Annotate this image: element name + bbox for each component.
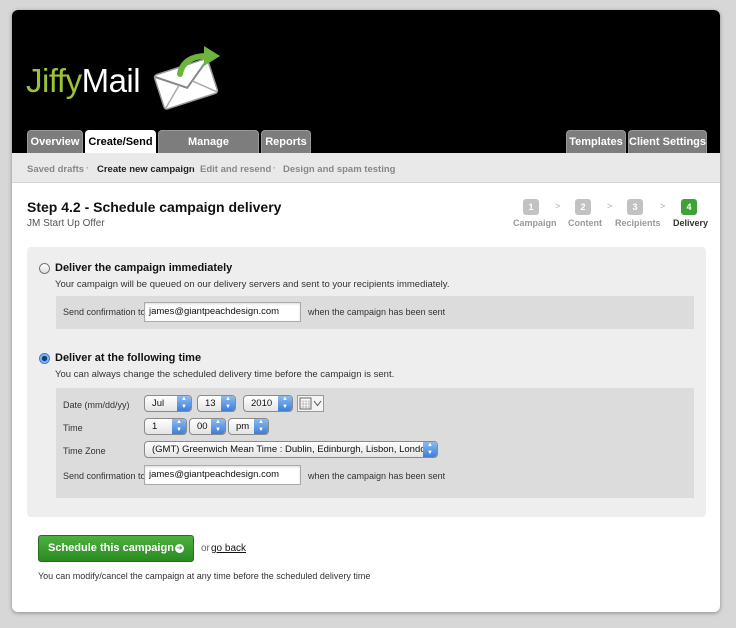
deliver-immediately-radio[interactable] [39, 263, 50, 274]
wizard-step-label: Delivery [673, 218, 709, 228]
date-label: Date (mm/dd/yy) [63, 400, 130, 410]
tab-templates[interactable]: Templates [566, 130, 626, 153]
wizard-step-label: Campaign [513, 218, 557, 228]
minute-value: 00 [197, 421, 208, 432]
logo-jiffy: Jiffy [26, 62, 82, 99]
deliver-immediately-title: Deliver the campaign immediately [55, 262, 233, 274]
up-down-chevron-icon: ▲ ▼ [172, 419, 186, 434]
ampm-select[interactable]: pm ▲ ▼ [228, 418, 269, 435]
timezone-value: (GMT) Greenwich Mean Time : Dublin, Edin… [152, 444, 431, 455]
day-value: 13 [205, 398, 216, 409]
header: JiffyMail Overview Create/Send Manage Su… [12, 10, 720, 171]
subnav-create-new-campaign[interactable]: Create new campaign [97, 164, 195, 175]
scheduled-confirm-email-field[interactable]: james@giantpeachdesign.com [144, 465, 301, 485]
wizard-steps: 1 Campaign > 2 Content > 3 Recipients > … [12, 199, 720, 239]
month-value: Jul [152, 398, 165, 409]
logo-wordmark: JiffyMail [26, 62, 141, 100]
arrow-right-icon: ➔ [175, 544, 184, 553]
subnav-separator: · [273, 163, 277, 174]
confirm-label: Send confirmation to [63, 471, 146, 481]
deliver-scheduled-title: Deliver at the following time [55, 352, 202, 364]
wizard-step-number: 3 [627, 199, 643, 215]
delivery-options-panel: Deliver the campaign immediately Your ca… [27, 247, 706, 517]
timezone-select[interactable]: (GMT) Greenwich Mean Time : Dublin, Edin… [144, 441, 438, 458]
subnav-separator: · [86, 163, 90, 174]
logo-mail: Mail [81, 62, 141, 99]
immediate-confirm-email-field[interactable]: james@giantpeachdesign.com [144, 302, 301, 322]
up-down-chevron-icon: ▲ ▼ [254, 419, 268, 434]
envelope-with-arrow-icon [153, 46, 220, 110]
wizard-step-label: Content [568, 218, 602, 228]
calendar-button[interactable] [297, 395, 324, 412]
tab-manage-subscribers[interactable]: Manage Subscribers [158, 130, 259, 171]
timezone-label: Time Zone [63, 446, 106, 456]
sub-navigation: Saved drafts · Create new campaign · Edi… [12, 153, 720, 183]
up-down-chevron-icon: ▲ ▼ [177, 396, 191, 411]
time-label: Time [63, 423, 83, 433]
tab-client-settings[interactable]: Client Settings [628, 130, 707, 153]
app-window: JiffyMail Overview Create/Send Manage Su… [12, 10, 720, 612]
hour-select[interactable]: 1 ▲ ▼ [144, 418, 187, 435]
wizard-step-number: 2 [575, 199, 591, 215]
go-back-link[interactable]: go back [211, 543, 246, 554]
up-down-chevron-icon: ▲ ▼ [423, 442, 437, 457]
immediate-confirm-row: Send confirmation to james@giantpeachdes… [56, 296, 694, 329]
up-down-chevron-icon: ▲ ▼ [221, 396, 235, 411]
tab-reports[interactable]: Reports [261, 130, 311, 153]
or-text: or [201, 543, 210, 554]
wizard-separator: > [660, 201, 666, 211]
up-down-chevron-icon: ▲ ▼ [211, 419, 225, 434]
wizard-separator: > [607, 201, 613, 211]
schedule-button-label: Schedule this campaign [48, 542, 174, 554]
confirm-suffix: when the campaign has been sent [308, 471, 446, 481]
wizard-step-number: 4 [681, 199, 697, 215]
confirm-suffix: when the campaign has been sent [308, 307, 446, 317]
deliver-scheduled-desc: You can always change the scheduled deli… [55, 369, 395, 380]
day-select[interactable]: 13 ▲ ▼ [197, 395, 236, 412]
main-tabs: Overview Create/Send Manage Subscribers … [12, 130, 720, 171]
tab-overview[interactable]: Overview [27, 130, 83, 153]
subnav-design-spam-testing[interactable]: Design and spam testing [283, 164, 395, 175]
schedule-campaign-button[interactable]: Schedule this campaign ➔ [38, 535, 194, 562]
confirm-label: Send confirmation to [63, 307, 146, 317]
year-value: 2010 [251, 398, 273, 409]
calendar-icon [299, 397, 322, 410]
deliver-scheduled-radio[interactable] [39, 353, 50, 364]
ampm-value: pm [236, 421, 250, 432]
deliver-immediately-desc: Your campaign will be queued on our deli… [55, 279, 450, 290]
wizard-separator: > [555, 201, 561, 211]
wizard-step-label: Recipients [615, 218, 661, 228]
hour-value: 1 [152, 421, 158, 432]
footnote: You can modify/cancel the campaign at an… [38, 571, 371, 581]
tab-create-send[interactable]: Create/Send [85, 130, 156, 153]
subnav-separator: · [191, 163, 195, 174]
minute-select[interactable]: 00 ▲ ▼ [189, 418, 226, 435]
subnav-saved-drafts[interactable]: Saved drafts [27, 164, 84, 175]
month-select[interactable]: Jul ▲ ▼ [144, 395, 192, 412]
up-down-chevron-icon: ▲ ▼ [278, 396, 292, 411]
year-select[interactable]: 2010 ▲ ▼ [243, 395, 293, 412]
subnav-edit-and-resend[interactable]: Edit and resend [200, 164, 271, 175]
scheduled-settings-box: Date (mm/dd/yy) Jul ▲ ▼ 13 ▲ ▼ 2010 ▲ ▼ Time 1… [56, 388, 694, 498]
wizard-step-number: 1 [523, 199, 539, 215]
